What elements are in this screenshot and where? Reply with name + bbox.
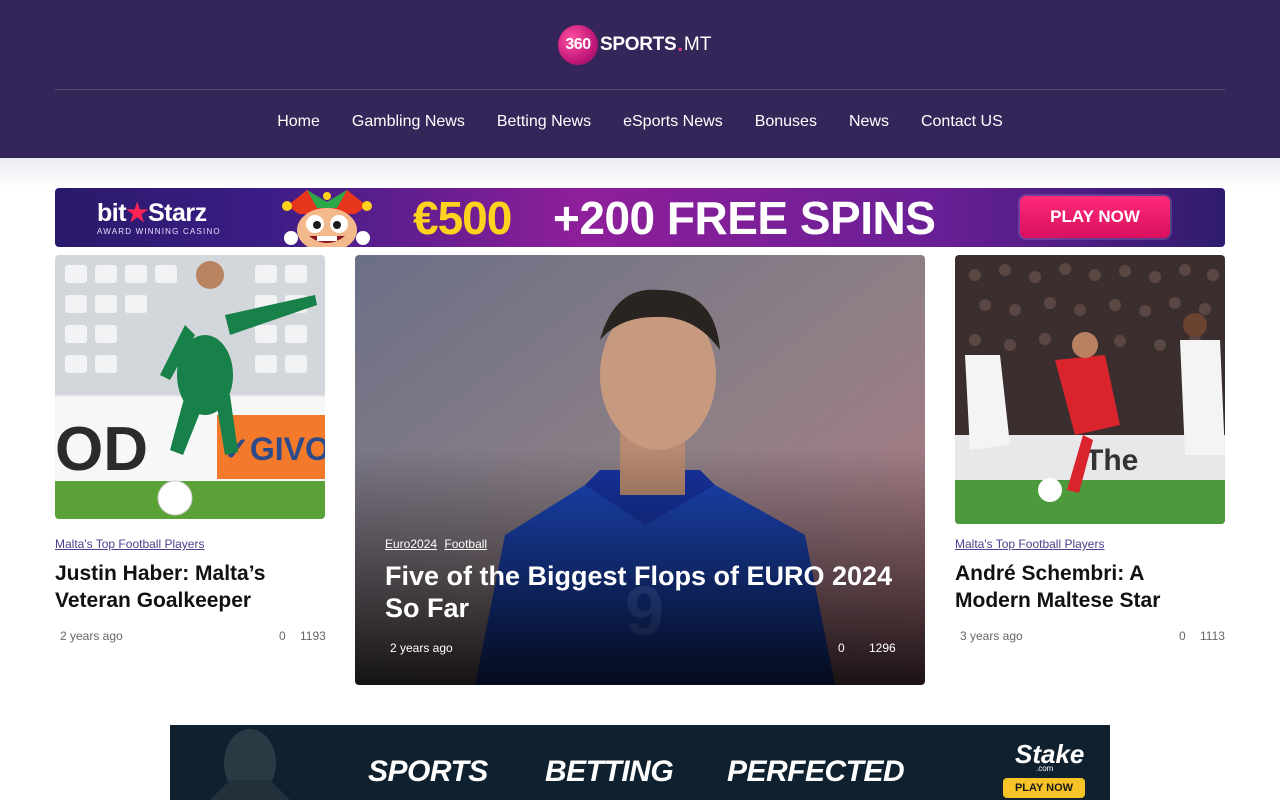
article-3-title[interactable]: André Schembri: A Modern Maltese Star	[955, 560, 1225, 614]
ad-word-sports: SPORTS	[368, 755, 488, 788]
category-link[interactable]: Malta's Top Football Players	[55, 537, 204, 551]
ad-word-betting: BETTING	[545, 755, 674, 788]
logo-tld: MT	[683, 34, 712, 55]
banner-play-now-button[interactable]: PLAY NOW	[1020, 196, 1170, 238]
bitstarz-logo-part-end: Starz	[147, 199, 207, 227]
ad-word-perfected: PERFECTED	[727, 755, 905, 788]
athlete-silhouette-image	[210, 729, 290, 800]
featured-article-time: 2 years ago	[390, 641, 453, 655]
category-link-euro2024[interactable]: Euro2024	[385, 537, 437, 551]
category-link[interactable]: Malta's Top Football Players	[955, 537, 1104, 551]
article-image-justin-haber[interactable]: OD ✓GIVO	[55, 255, 325, 519]
logo-word: SPORTS	[600, 34, 677, 55]
nav-home[interactable]: Home	[277, 108, 320, 136]
nav-betting-news[interactable]: Betting News	[497, 108, 591, 136]
bitstarz-logo-part: bit	[97, 199, 127, 227]
nav-news[interactable]: News	[849, 108, 889, 136]
jester-mascot-image	[282, 190, 372, 247]
header-divider	[55, 89, 1225, 90]
category-link-football[interactable]: Football	[444, 537, 487, 551]
featured-article[interactable]: 9 Euro2024 Football Five of the Biggest …	[355, 255, 925, 685]
nav-esports-news[interactable]: eSports News	[623, 108, 723, 136]
site-header: 360 SPORTS . MT Home Gambling News Betti…	[0, 0, 1280, 158]
nav-contact-us[interactable]: Contact US	[921, 108, 1003, 136]
article-3-views: 1113	[1200, 629, 1225, 643]
article-3-time: 3 years ago	[960, 629, 1023, 643]
article-1-title[interactable]: Justin Haber: Malta’s Veteran Goalkeeper	[55, 560, 325, 614]
featured-categories: Euro2024 Football	[385, 537, 487, 551]
svg-text:The: The	[1085, 444, 1138, 477]
site-logo[interactable]: 360 SPORTS . MT	[558, 25, 711, 65]
free-spins-offer: +200 FREE SPINS	[553, 192, 936, 244]
article-image-andre-schembri[interactable]: The	[955, 255, 1225, 524]
svg-text:OD: OD	[55, 415, 148, 484]
main-nav: Home Gambling News Betting News eSports …	[0, 108, 1280, 136]
header-shadow	[0, 158, 1280, 188]
goalkeeper-photo: OD ✓GIVO	[55, 255, 325, 519]
featured-article-comments: 0	[838, 641, 845, 655]
article-3-category: Malta's Top Football Players	[955, 537, 1104, 551]
featured-article-views: 1296	[869, 641, 896, 655]
stake-logo-domain: .com	[1036, 764, 1054, 773]
bitstarz-tagline: AWARD WINNING CASINO	[97, 227, 221, 236]
featured-article-title[interactable]: Five of the Biggest Flops of EURO 2024 S…	[385, 560, 895, 624]
article-1-time: 2 years ago	[60, 629, 123, 643]
star-icon: ★	[126, 199, 148, 227]
nav-bonuses[interactable]: Bonuses	[755, 108, 817, 136]
stake-banner-ad[interactable]: SPORTS BETTING PERFECTED Stake .com PLAY…	[170, 725, 1110, 800]
bitstarz-logo: bit★Starz	[97, 198, 207, 228]
football-match-photo: The	[955, 255, 1225, 524]
svg-text:✓GIVO: ✓GIVO	[223, 431, 325, 467]
article-1-category: Malta's Top Football Players	[55, 537, 204, 551]
nav-gambling-news[interactable]: Gambling News	[352, 108, 465, 136]
bonus-amount: €500	[413, 192, 512, 244]
article-1-comments: 0	[279, 629, 286, 643]
article-1-views: 1193	[300, 629, 326, 643]
logo-dot: .	[677, 33, 683, 56]
bitstarz-banner-ad[interactable]: bit★Starz AWARD WINNING CASINO €500 +200…	[55, 188, 1225, 247]
logo-badge: 360	[558, 25, 598, 65]
stake-play-now-button[interactable]: PLAY NOW	[1003, 778, 1085, 798]
article-3-comments: 0	[1179, 629, 1186, 643]
